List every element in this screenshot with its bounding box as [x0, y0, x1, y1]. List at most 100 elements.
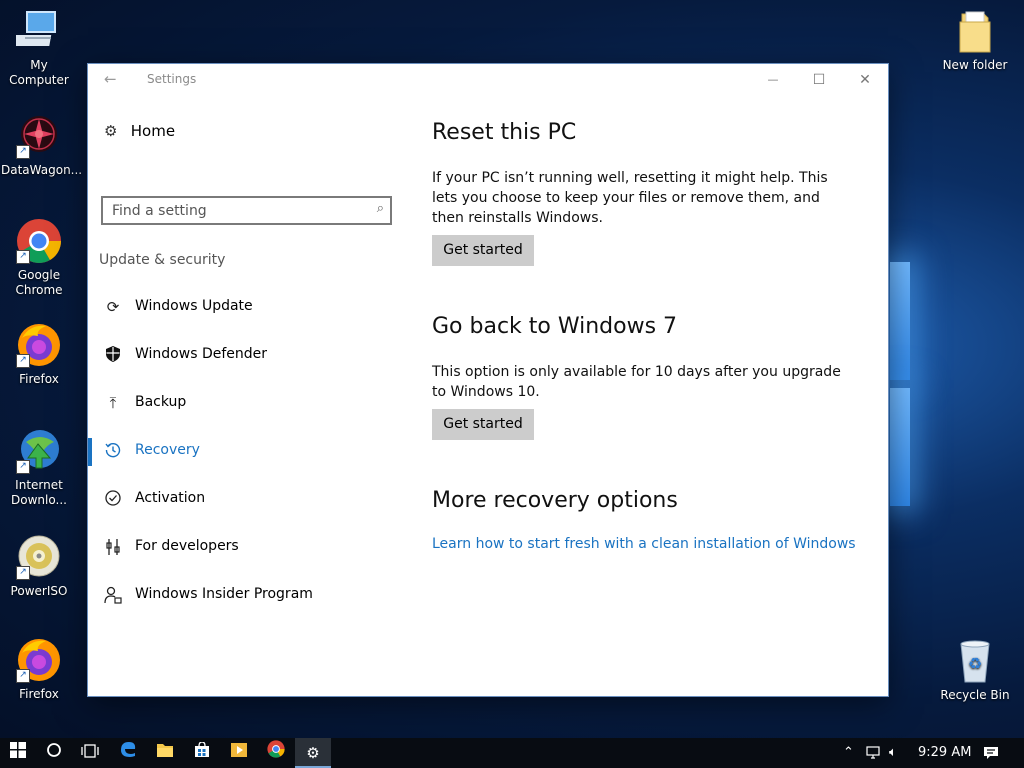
- nav-item-recovery[interactable]: Recovery: [88, 432, 408, 472]
- firefox-icon: ↗: [16, 322, 62, 368]
- network-icon[interactable]: [866, 738, 882, 768]
- settings-taskbar-button[interactable]: ⚙: [295, 738, 331, 768]
- nav-item-label: Recovery: [135, 442, 200, 458]
- desktop-icon-label: Internet Downlo...: [11, 478, 67, 507]
- task-view-icon: [81, 744, 99, 758]
- desktop-icon-my-computer[interactable]: My Computer: [1, 8, 77, 88]
- nav-item-for-developers[interactable]: For developers: [88, 528, 408, 568]
- more-recovery-heading: More recovery options: [432, 488, 678, 513]
- cortana-button[interactable]: [36, 738, 72, 768]
- reset-get-started-button[interactable]: Get started: [432, 235, 534, 266]
- nav-item-label: Activation: [135, 490, 206, 506]
- go-back-heading: Go back to Windows 7: [432, 314, 678, 339]
- nav-item-label: For developers: [135, 538, 239, 554]
- desktop-icon-recycle-bin[interactable]: ♻ Recycle Bin: [937, 638, 1013, 703]
- internet-download-manager-icon: ↗: [16, 428, 62, 474]
- desktop-icon-label: DataWagon...: [1, 163, 83, 177]
- refresh-icon: ⟳: [106, 298, 120, 316]
- shortcut-arrow-icon: ↗: [16, 250, 30, 264]
- nav-item-activation[interactable]: Activation: [88, 480, 408, 520]
- developer-tools-icon: [104, 538, 122, 556]
- chrome-icon: ↗: [16, 218, 62, 264]
- shortcut-arrow-icon: ↗: [16, 566, 30, 580]
- desktop-icon-label: Firefox: [19, 372, 59, 386]
- home-label: Home: [130, 122, 176, 140]
- reset-pc-description: If your PC isn’t running well, resetting…: [432, 170, 828, 226]
- desktop-icon-label: Google Chrome: [15, 268, 63, 297]
- start-button[interactable]: [0, 738, 36, 768]
- store-icon: [195, 741, 209, 757]
- wallpaper-pane: [890, 388, 910, 506]
- maximize-button[interactable]: ☐: [796, 64, 842, 96]
- nav-item-label: Backup: [135, 394, 187, 410]
- check-circle-icon: [104, 490, 122, 508]
- history-icon: [104, 442, 122, 460]
- title-bar: ← Settings — ☐ ✕: [88, 64, 888, 96]
- shortcut-arrow-icon: ↗: [16, 460, 30, 474]
- shortcut-arrow-icon: ↗: [16, 354, 30, 368]
- close-button[interactable]: ✕: [842, 64, 888, 96]
- gear-icon: ⚙: [104, 122, 118, 140]
- computer-icon: [13, 8, 62, 54]
- chrome-taskbar-button[interactable]: [258, 738, 294, 768]
- store-button[interactable]: [184, 738, 220, 768]
- shortcut-arrow-icon: ↗: [16, 669, 30, 683]
- nav-item-windows-update[interactable]: ⟳ Windows Update: [88, 288, 408, 328]
- poweriso-icon: ↗: [16, 534, 62, 580]
- desktop-icon-datawagon[interactable]: ↗ DataWagon...: [1, 113, 82, 178]
- clean-install-link[interactable]: Learn how to start fresh with a clean in…: [432, 536, 856, 552]
- active-indicator: [88, 438, 92, 466]
- nav-item-label: Windows Insider Program: [135, 586, 313, 602]
- datawagon-icon: ↗: [16, 113, 62, 159]
- nav-item-windows-insider-program[interactable]: Windows Insider Program: [88, 576, 408, 616]
- folder-icon: [952, 8, 998, 54]
- taskbar: ⚙ ⌃ 🔈︎ 9:29 AM: [0, 738, 1024, 768]
- file-explorer-icon: [157, 744, 173, 757]
- search-input[interactable]: [103, 198, 362, 223]
- chrome-icon: [267, 740, 285, 758]
- desktop-icon-label: New folder: [942, 58, 1008, 72]
- search-icon[interactable]: ⌕: [377, 201, 384, 216]
- home-nav-item[interactable]: ⚙ Home: [104, 122, 175, 140]
- reset-pc-heading: Reset this PC: [432, 120, 577, 145]
- back-arrow-icon[interactable]: ←: [104, 70, 117, 88]
- desktop-icon-label: My Computer: [9, 58, 69, 87]
- firefox-icon: ↗: [16, 637, 62, 683]
- search-box: ⌕: [101, 196, 392, 225]
- file-explorer-button[interactable]: [147, 738, 183, 768]
- shortcut-arrow-icon: ↗: [16, 145, 30, 159]
- nav-item-label: Windows Update: [135, 298, 253, 314]
- nav-item-label: Windows Defender: [135, 346, 268, 362]
- settings-icon: ⚙: [306, 744, 320, 762]
- desktop-icon-label: PowerISO: [10, 584, 68, 598]
- shield-icon: [104, 346, 122, 364]
- desktop-icon-label: Recycle Bin: [940, 688, 1010, 702]
- show-hidden-icons-chevron-icon[interactable]: ⌃: [843, 738, 854, 768]
- clock[interactable]: 9:29 AM: [918, 738, 971, 768]
- action-center-icon[interactable]: [983, 738, 999, 768]
- desktop-icon-new-folder[interactable]: New folder: [937, 8, 1013, 73]
- media-player-icon: [231, 743, 247, 757]
- settings-window: ← Settings — ☐ ✕ ⚙ Home ⌕ Update & secur…: [88, 64, 888, 696]
- window-title: Settings: [147, 72, 197, 86]
- desktop-icon-google-chrome[interactable]: ↗ Google Chrome: [1, 218, 77, 298]
- nav-item-windows-defender[interactable]: Windows Defender: [88, 336, 408, 376]
- edge-icon: [121, 742, 136, 757]
- go-back-description: This option is only available for 10 day…: [432, 364, 841, 400]
- section-heading: Update & security: [99, 252, 226, 268]
- upload-arrow-icon: ⤒: [109, 394, 117, 412]
- desktop-icon-poweriso[interactable]: ↗ PowerISO: [1, 534, 77, 599]
- cortana-icon: [47, 743, 61, 757]
- desktop-icon-firefox[interactable]: ↗ Firefox: [1, 637, 77, 702]
- edge-button[interactable]: [110, 738, 146, 768]
- desktop-icon-firefox[interactable]: ↗ Firefox: [1, 322, 77, 387]
- wallpaper-pane: [890, 262, 910, 380]
- minimize-button[interactable]: —: [750, 64, 796, 96]
- task-view-button[interactable]: [72, 738, 108, 768]
- nav-item-backup[interactable]: ⤒ Backup: [88, 384, 408, 424]
- media-player-button[interactable]: [221, 738, 257, 768]
- go-back-get-started-button[interactable]: Get started: [432, 409, 534, 440]
- start-icon: [10, 742, 26, 758]
- desktop-icon-internet-download-manager[interactable]: ↗ Internet Downlo...: [1, 428, 77, 508]
- volume-icon[interactable]: 🔈︎: [889, 738, 897, 768]
